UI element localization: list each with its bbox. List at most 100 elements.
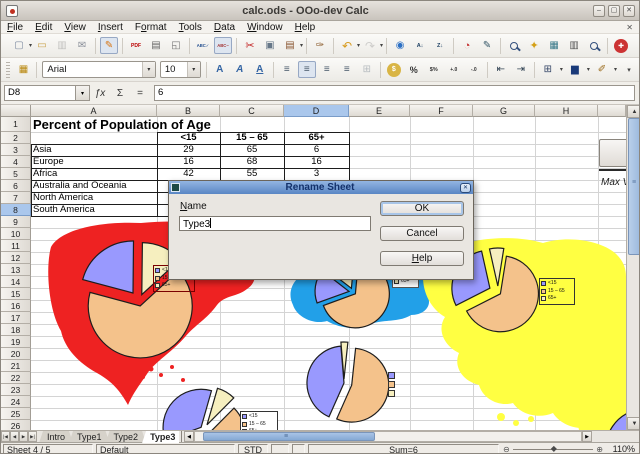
row-header-25[interactable]: 25 bbox=[1, 408, 31, 420]
hscroll-left-icon[interactable]: ◀ bbox=[184, 431, 194, 442]
toolbar2-overflow-icon[interactable]: ▾ bbox=[620, 61, 638, 78]
background-color-icon[interactable]: ▆ bbox=[566, 61, 584, 78]
first-sheet-button[interactable]: |◀ bbox=[1, 431, 10, 442]
row-header-7[interactable]: 7 bbox=[1, 192, 31, 204]
data-sources-icon[interactable]: ▥ bbox=[565, 37, 583, 54]
dialog-close-icon[interactable]: ✕ bbox=[460, 183, 471, 193]
zoom-out-icon[interactable]: ⊖ bbox=[503, 444, 510, 454]
row-header-24[interactable]: 24 bbox=[1, 396, 31, 408]
italic-icon[interactable]: A bbox=[231, 61, 249, 78]
menu-file[interactable]: File bbox=[1, 21, 29, 34]
row-header-26[interactable]: 26 bbox=[1, 420, 31, 430]
menu-window[interactable]: Window bbox=[241, 21, 289, 34]
chevron-down-icon[interactable]: ▾ bbox=[187, 62, 200, 77]
scroll-down-icon[interactable]: ▼ bbox=[627, 417, 640, 430]
row-header-18[interactable]: 18 bbox=[1, 324, 31, 336]
sum-indicator[interactable]: Sum=6 bbox=[308, 444, 499, 454]
cell-reference-box[interactable]: D8 bbox=[4, 85, 76, 101]
row-header-16[interactable]: 16 bbox=[1, 300, 31, 312]
row-header-2[interactable]: 2 bbox=[1, 132, 31, 144]
sum-icon[interactable]: Σ bbox=[110, 88, 130, 99]
menu-help[interactable]: Help bbox=[289, 21, 322, 34]
row-header-17[interactable]: 17 bbox=[1, 312, 31, 324]
align-left-icon[interactable]: ≡ bbox=[278, 61, 296, 78]
paste-icon-dropdown[interactable]: ▾ bbox=[300, 42, 303, 49]
row-header-23[interactable]: 23 bbox=[1, 384, 31, 396]
column-header-D[interactable]: D bbox=[284, 105, 349, 117]
name-box-dropdown-icon[interactable]: ▾ bbox=[76, 85, 90, 101]
row-header-3[interactable]: 3 bbox=[1, 144, 31, 156]
scroll-up-icon[interactable]: ▲ bbox=[627, 105, 640, 118]
row-header-4[interactable]: 4 bbox=[1, 156, 31, 168]
chevron-down-icon[interactable]: ▾ bbox=[142, 62, 155, 77]
cancel-button[interactable]: Cancel bbox=[380, 226, 464, 241]
underline-icon[interactable]: A bbox=[251, 61, 269, 78]
row-header-5[interactable]: 5 bbox=[1, 168, 31, 180]
menu-edit[interactable]: Edit bbox=[29, 21, 58, 34]
delete-decimal-icon[interactable]: -.0 bbox=[465, 61, 483, 78]
sheet-name-input[interactable]: Type3 bbox=[179, 216, 371, 231]
currency-icon[interactable]: $ bbox=[387, 63, 401, 77]
new-document-icon[interactable]: ▢ bbox=[10, 37, 28, 54]
horizontal-scrollbar[interactable] bbox=[194, 431, 582, 442]
embedded-r-button[interactable]: R bbox=[599, 139, 626, 167]
vertical-scroll-thumb[interactable] bbox=[628, 118, 640, 255]
column-header-C[interactable]: C bbox=[220, 105, 284, 117]
row-header-19[interactable]: 19 bbox=[1, 336, 31, 348]
row-header-11[interactable]: 11 bbox=[1, 240, 31, 252]
new-dropdown[interactable]: ▾ bbox=[29, 42, 32, 49]
selection-mode-indicator[interactable]: STD bbox=[238, 444, 268, 454]
menu-tools[interactable]: Tools bbox=[173, 21, 208, 34]
zoom-in-icon[interactable]: ⊕ bbox=[596, 444, 603, 454]
vertical-scrollbar[interactable]: ▲ ▼ bbox=[626, 105, 640, 430]
minimize-icon[interactable]: – bbox=[593, 5, 605, 17]
align-center-icon[interactable]: ≡ bbox=[298, 61, 316, 78]
next-sheet-button[interactable]: ▶ bbox=[19, 431, 28, 442]
row-header-14[interactable]: 14 bbox=[1, 276, 31, 288]
sort-descending-icon[interactable]: Z↓ bbox=[431, 37, 449, 54]
align-right-icon[interactable]: ≡ bbox=[318, 61, 336, 78]
border-color-icon-dropdown[interactable]: ▾ bbox=[612, 66, 619, 73]
column-header-partial[interactable] bbox=[598, 105, 626, 117]
open-icon[interactable]: ▭ bbox=[33, 37, 51, 54]
increase-indent-icon[interactable]: ⇥ bbox=[512, 61, 530, 78]
styles-icon[interactable]: ▦ bbox=[14, 61, 32, 78]
column-header-A[interactable]: A bbox=[31, 105, 157, 117]
column-header-B[interactable]: B bbox=[157, 105, 220, 117]
equals-icon[interactable]: = bbox=[130, 88, 150, 99]
email-icon[interactable]: ✉ bbox=[73, 37, 91, 54]
zoom-percentage[interactable]: 110% bbox=[605, 444, 638, 454]
percent-icon[interactable]: % bbox=[405, 61, 423, 78]
column-header-H[interactable]: H bbox=[535, 105, 598, 117]
sort-ascending-icon[interactable]: A↓ bbox=[411, 37, 429, 54]
menu-data[interactable]: Data bbox=[208, 21, 241, 34]
find-replace-icon[interactable] bbox=[505, 37, 523, 54]
row-header-22[interactable]: 22 bbox=[1, 372, 31, 384]
font-name-combo[interactable]: Arial▾ bbox=[42, 61, 155, 78]
row-header-20[interactable]: 20 bbox=[1, 348, 31, 360]
select-all-corner[interactable] bbox=[1, 105, 31, 117]
zoom-slider-thumb[interactable]: ◆ bbox=[551, 445, 557, 453]
draw-functions-icon[interactable]: ✎ bbox=[478, 37, 496, 54]
redo-icon[interactable]: ↷ bbox=[361, 37, 379, 54]
export-pdf-icon[interactable]: PDF bbox=[127, 37, 145, 54]
standard-format-icon[interactable]: $% bbox=[425, 61, 443, 78]
merge-cells-icon[interactable]: ⊞ bbox=[358, 61, 376, 78]
gallery-icon[interactable]: ▦ bbox=[545, 37, 563, 54]
hscroll-right-icon[interactable]: ▶ bbox=[582, 431, 592, 442]
align-justify-icon[interactable]: ≡ bbox=[338, 61, 356, 78]
function-wizard-icon[interactable]: ƒx bbox=[90, 88, 110, 99]
borders-icon[interactable]: ⊞ bbox=[539, 61, 557, 78]
previous-sheet-button[interactable]: ◀ bbox=[10, 431, 19, 442]
page-preview-icon[interactable]: ◱ bbox=[167, 37, 185, 54]
copy-icon[interactable]: ▣ bbox=[261, 37, 279, 54]
toolbar-overflow-icon[interactable]: ▾ bbox=[632, 37, 640, 54]
edit-file-icon[interactable]: ✎ bbox=[100, 37, 118, 54]
zoom-icon[interactable] bbox=[585, 37, 603, 54]
menu-insert[interactable]: Insert bbox=[92, 21, 129, 34]
font-size-combo[interactable]: 10▾ bbox=[160, 61, 201, 78]
spellcheck-icon[interactable]: ABC✓ bbox=[194, 37, 212, 54]
row-header-10[interactable]: 10 bbox=[1, 228, 31, 240]
column-header-G[interactable]: G bbox=[473, 105, 535, 117]
last-sheet-button[interactable]: ▶| bbox=[28, 431, 37, 442]
